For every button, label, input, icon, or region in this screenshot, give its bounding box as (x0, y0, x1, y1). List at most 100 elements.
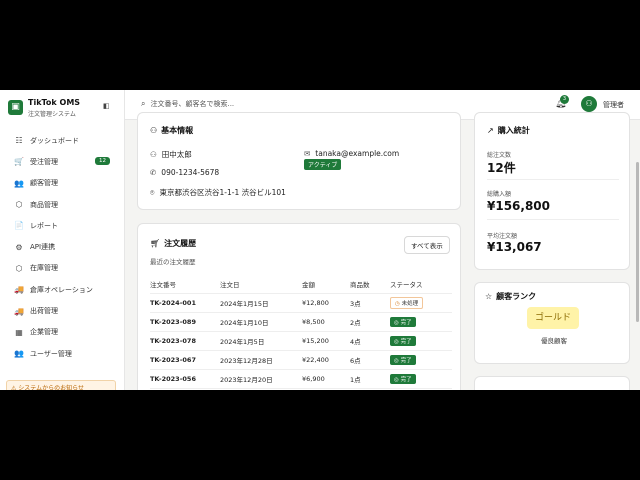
customer-name: ⚇ 田中太郎 (150, 149, 192, 160)
collapse-sidebar-icon[interactable]: ◧ (103, 102, 110, 110)
order-history-title-text: 注文履歴 (164, 239, 197, 248)
cart-icon: 🛒︎ (150, 239, 161, 248)
nav-icon: ⬡ (15, 263, 23, 273)
brand-subtitle: 注文管理システム (28, 111, 76, 118)
table-row[interactable]: TK-2023-0892024年1月10日¥8,5002点完了 (150, 312, 452, 332)
customer-email: ✉ tanaka@example.com (304, 149, 399, 158)
nav-icon: 📄 (14, 221, 24, 231)
customer-rank-card: ☆ 顧客ランク ゴールド 優良顧客 (474, 282, 630, 364)
order-amount-cell: ¥12,800 (302, 293, 350, 313)
order-amount-cell: ¥8,500 (302, 312, 350, 332)
notification-badge: 3 (560, 95, 569, 104)
order-status-cell: 完了 (390, 350, 452, 370)
order-history-card: 🛒︎ 注文履歴 すべて表示 最近の注文履歴 注文番号 注文日 金額 商品数 ステータス T… (137, 223, 461, 390)
purchase-stats-title-text: 購入統計 (497, 126, 530, 135)
sidebar-item[interactable]: ☷ ダッシュボード (0, 130, 125, 151)
nav-icon: ⚙ (15, 242, 23, 252)
average-value: ¥13,067 (487, 240, 542, 254)
sidebar-item-label: ダッシュボード (30, 136, 79, 145)
order-history-title: 🛒︎ 注文履歴 (150, 238, 196, 249)
order-table-body: TK-2024-0012024年1月15日¥12,8003点未処理TK-2023… (150, 293, 452, 389)
total-amount-label: 総購入額 (487, 191, 512, 198)
scrollbar-thumb[interactable] (636, 162, 639, 322)
nav-icon: 🚚 (14, 306, 24, 316)
search-input[interactable]: ⌕ 注文番号、顧客名で検索... (141, 99, 234, 109)
sidebar-nav: ☷ ダッシュボード 🛒 受注管理 12 👥 顧客管理 ⬡ 商品管理 📄 レポート ⚙ API連携 ⬡ 在庫管… (0, 130, 125, 364)
sidebar-item[interactable]: 🚚 倉庫オペレーション (0, 279, 125, 300)
user-name[interactable]: 管理者 (603, 100, 624, 110)
location-pin-icon: ⌾ (150, 188, 155, 197)
sidebar-item[interactable]: ⬡ 商品管理 (0, 194, 125, 215)
table-row[interactable]: TK-2023-0562023年12月20日¥6,9001点完了 (150, 369, 452, 389)
customer-phone: ✆ 090-1234-5678 (150, 168, 219, 177)
sidebar-item-label: 出荷管理 (30, 307, 58, 316)
table-row[interactable]: TK-2023-0782024年1月5日¥15,2004点完了 (150, 331, 452, 351)
order-id-cell: TK-2023-078 (150, 331, 220, 351)
sidebar-item-label: レポート (30, 221, 58, 230)
user-icon: ⚇ (150, 150, 157, 159)
customer-address: ⌾ 東京都渋谷区渋谷1-1-1 渋谷ビル101 (150, 187, 286, 198)
customer-phone-text: 090-1234-5678 (161, 168, 220, 177)
total-amount-value: ¥156,800 (487, 199, 551, 213)
nav-icon: ☷ (15, 136, 23, 146)
view-all-button[interactable]: すべて表示 (404, 236, 450, 254)
search-placeholder: 注文番号、顧客名で検索... (150, 100, 235, 108)
purchase-stats-title: ↗ 購入統計 (487, 125, 530, 136)
customer-address-text: 東京都渋谷区渋谷1-1-1 渋谷ビル101 (159, 188, 286, 197)
sidebar-item[interactable]: 👥 ユーザー管理 (0, 343, 125, 364)
column-header[interactable]: 商品数 (350, 276, 390, 294)
order-status-cell: 完了 (390, 312, 452, 332)
order-amount-cell: ¥15,200 (302, 331, 350, 351)
average-label: 平均注文額 (487, 233, 518, 240)
column-header[interactable]: 注文番号 (150, 276, 220, 294)
order-date-cell: 2023年12月20日 (220, 369, 302, 389)
table-header-row: 注文番号 注文日 金額 商品数 ステータス (150, 276, 452, 294)
user-icon[interactable]: ⚇ (581, 96, 597, 112)
order-items-cell: 1点 (350, 369, 390, 389)
brand[interactable]: ▣ TikTok OMS 注文管理システム (8, 98, 118, 120)
order-history-subtitle: 最近の注文履歴 (150, 258, 196, 266)
purchase-stats-card: ↗ 購入統計 総注文数 12件 総購入額 ¥156,800 平均注文額 ¥13,0… (474, 112, 630, 270)
basic-info-title: ⚇ 基本情報 (150, 125, 193, 136)
column-header[interactable]: ステータス (390, 276, 452, 294)
customer-name-text: 田中太郎 (161, 150, 192, 159)
order-date-cell: 2024年1月5日 (220, 331, 302, 351)
mail-icon: ✉ (304, 149, 311, 158)
table-row[interactable]: TK-2024-0012024年1月15日¥12,8003点未処理 (150, 293, 452, 313)
app-window: ▣ TikTok OMS 注文管理システム ◧ ☷ ダッシュボード 🛒 受注管理 12 👥… (0, 90, 640, 390)
nav-icon: 🛒 (14, 157, 24, 167)
sidebar-item[interactable]: 👥 顧客管理 (0, 173, 125, 194)
sidebar-item-label: 企業管理 (30, 328, 58, 337)
order-items-cell: 6点 (350, 350, 390, 370)
status-badge: 完了 (390, 373, 416, 384)
status-badge: アクティブ (304, 159, 342, 170)
order-amount-cell: ¥6,900 (302, 369, 350, 389)
sidebar-item-label: 受注管理 (30, 157, 58, 166)
sidebar-item[interactable]: ⚙ API連携 (0, 236, 125, 257)
customer-rank-title-text: 顧客ランク (496, 292, 537, 301)
order-items-cell: 3点 (350, 293, 390, 313)
column-header[interactable]: 注文日 (220, 276, 302, 294)
status-badge: 完了 (390, 354, 416, 365)
table-row[interactable]: TK-2023-0672023年12月28日¥22,4006点完了 (150, 350, 452, 370)
status-badge: 未処理 (390, 296, 424, 309)
order-amount-cell: ¥22,400 (302, 350, 350, 370)
sidebar-item[interactable]: 🚚 出荷管理 (0, 300, 125, 321)
sidebar-item-label: 在庫管理 (30, 264, 58, 273)
column-header[interactable]: 金額 (302, 276, 350, 294)
customer-rank-title: ☆ 顧客ランク (485, 291, 536, 302)
sidebar-item[interactable]: 🛒 受注管理 12 (0, 151, 125, 172)
sidebar-item[interactable]: 📄 レポート (0, 215, 125, 236)
sidebar-alert[interactable]: ⚠ システムからのお知らせ (6, 380, 116, 390)
user-icon: ⚇ (150, 126, 158, 135)
nav-icon: 🚚 (14, 285, 24, 295)
sidebar-item-label: 倉庫オペレーション (30, 285, 93, 294)
order-items-cell: 4点 (350, 331, 390, 351)
sidebar: ▣ TikTok OMS 注文管理システム ◧ ☷ ダッシュボード 🛒 受注管理 12 👥… (0, 90, 125, 390)
sidebar-item-label: ユーザー管理 (30, 349, 72, 358)
order-date-cell: 2024年1月15日 (220, 293, 302, 313)
basic-info-card: ⚇ 基本情報 ⚇ 田中太郎 ✉ tanaka@example.com ✆ 090-123… (137, 112, 461, 210)
sidebar-item[interactable]: ⬡ 在庫管理 (0, 258, 125, 279)
sidebar-item[interactable]: ▦ 企業管理 (0, 322, 125, 343)
order-date-cell: 2023年12月28日 (220, 350, 302, 370)
